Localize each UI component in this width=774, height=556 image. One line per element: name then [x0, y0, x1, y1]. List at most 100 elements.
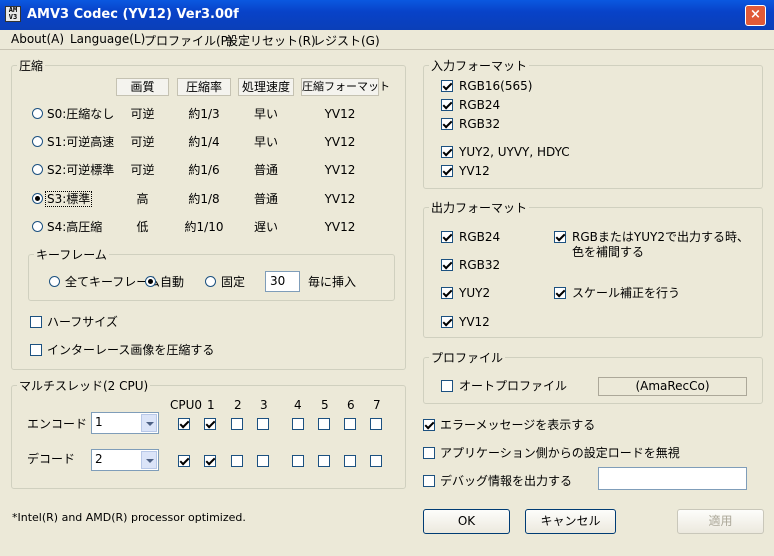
mode-s0-format: YV12: [324, 107, 356, 121]
scale-correct-checkbox[interactable]: [554, 287, 566, 299]
keyframe-fixed-radio[interactable]: [205, 276, 216, 287]
input-yuy2-label: YUY2, UYVY, HDYC: [459, 145, 570, 159]
output-yuy2-label: YUY2: [459, 286, 491, 300]
mode-s0-quality: 可逆: [130, 107, 155, 121]
show-errors-label: エラーメッセージを表示する: [440, 418, 596, 432]
mode-s4-radio[interactable]: [32, 221, 43, 232]
decode-cpu1-checkbox[interactable]: [204, 455, 216, 467]
output-format-group-label: 出力フォーマット: [429, 201, 530, 215]
mode-s3-format: YV12: [324, 192, 356, 206]
cpu-header-3: 3: [260, 398, 268, 412]
menu-about[interactable]: About(A): [11, 32, 64, 46]
mode-s1-quality: 可逆: [130, 135, 155, 149]
header-format: 圧縮フォーマット: [301, 78, 390, 96]
menu-profile[interactable]: プロファイル(P): [144, 32, 233, 49]
input-yuy2-checkbox[interactable]: [441, 146, 453, 158]
cpu-header-4: 4: [294, 398, 302, 412]
decode-cpu3-checkbox[interactable]: [257, 455, 269, 467]
mode-s0-ratio: 約1/3: [188, 107, 220, 121]
decode-cpu7-checkbox[interactable]: [370, 455, 382, 467]
output-yv12-checkbox[interactable]: [441, 316, 453, 328]
encode-cpu1-checkbox[interactable]: [204, 418, 216, 430]
encode-cpu0-checkbox[interactable]: [178, 418, 190, 430]
color-correct-checkbox[interactable]: [554, 231, 566, 243]
encode-cpu7-checkbox[interactable]: [370, 418, 382, 430]
encode-label: エンコード: [27, 417, 88, 431]
mode-s4-quality: 低: [136, 220, 149, 234]
encode-cpu4-checkbox[interactable]: [292, 418, 304, 430]
cpu-header-7: 7: [373, 398, 381, 412]
decode-cpu2-checkbox[interactable]: [231, 455, 243, 467]
mode-s2-radio[interactable]: [32, 164, 43, 175]
mode-s2-quality: 可逆: [130, 163, 155, 177]
decode-cpu6-checkbox[interactable]: [344, 455, 356, 467]
menu-language[interactable]: Language(L): [70, 32, 145, 46]
input-rgb32-checkbox[interactable]: [441, 118, 453, 130]
encode-cpu6-checkbox[interactable]: [344, 418, 356, 430]
output-yuy2-checkbox[interactable]: [441, 287, 453, 299]
ok-button[interactable]: OK: [423, 509, 510, 534]
input-yv12-label: YV12: [459, 164, 490, 178]
footer-note: *Intel(R) and AMD(R) processor optimized…: [12, 511, 246, 524]
encode-cpu2-checkbox[interactable]: [231, 418, 243, 430]
half-size-checkbox[interactable]: [30, 316, 42, 328]
cpu-header-1: 1: [207, 398, 215, 412]
input-format-group-label: 入力フォーマット: [429, 59, 530, 73]
mode-s3-radio[interactable]: [32, 193, 43, 204]
debug-output-checkbox[interactable]: [423, 475, 435, 487]
mode-s3-quality: 高: [136, 192, 149, 206]
half-size-label: ハーフサイズ: [47, 315, 118, 329]
apply-button[interactable]: 適用: [677, 509, 764, 534]
decode-cpu0-checkbox[interactable]: [178, 455, 190, 467]
debug-output-label: デバッグ情報を出力する: [440, 474, 573, 488]
mode-s2-format: YV12: [324, 163, 356, 177]
interlace-checkbox[interactable]: [30, 344, 42, 356]
cpu-header-6: 6: [347, 398, 355, 412]
input-rgb32-label: RGB32: [459, 117, 501, 131]
chevron-down-icon[interactable]: [141, 451, 157, 469]
input-rgb16-checkbox[interactable]: [441, 80, 453, 92]
decode-thread-select[interactable]: 2: [91, 449, 159, 471]
color-correct-label-line1: RGBまたはYUY2で出力する時、: [572, 230, 749, 244]
app-icon: AM V3: [5, 6, 21, 22]
ignore-app-load-label: アプリケーション側からの設定ロードを無視: [440, 446, 680, 460]
input-rgb24-label: RGB24: [459, 98, 501, 112]
mode-s2-label: S2:可逆標準: [47, 163, 115, 177]
input-rgb24-checkbox[interactable]: [441, 99, 453, 111]
keyframe-auto-radio[interactable]: [145, 276, 156, 287]
decode-cpu4-checkbox[interactable]: [292, 455, 304, 467]
compression-group-label: 圧縮: [17, 59, 46, 73]
menu-settings-reset[interactable]: 設定リセット(R): [226, 32, 316, 49]
mode-s3-speed: 普通: [253, 192, 278, 206]
output-rgb32-label: RGB32: [459, 258, 501, 272]
keyframe-interval-input[interactable]: 30: [265, 271, 300, 292]
ignore-app-load-checkbox[interactable]: [423, 447, 435, 459]
window-title: AMV3 Codec (YV12) Ver3.00f: [27, 7, 239, 22]
profile-name-display: (AmaRecCo): [598, 377, 747, 396]
input-yv12-checkbox[interactable]: [441, 165, 453, 177]
cancel-button[interactable]: キャンセル: [525, 509, 616, 534]
mode-s4-ratio: 約1/10: [184, 220, 224, 234]
show-errors-checkbox[interactable]: [423, 419, 435, 431]
scale-correct-label: スケール補正を行う: [572, 286, 681, 300]
mode-s0-radio[interactable]: [32, 108, 43, 119]
mode-s1-radio[interactable]: [32, 136, 43, 147]
output-rgb32-checkbox[interactable]: [441, 259, 453, 271]
menu-register[interactable]: レジスト(G): [313, 32, 380, 49]
auto-profile-checkbox[interactable]: [441, 380, 453, 392]
encode-cpu5-checkbox[interactable]: [318, 418, 330, 430]
mode-s4-format: YV12: [324, 220, 356, 234]
encode-thread-select[interactable]: 1: [91, 412, 159, 434]
decode-cpu5-checkbox[interactable]: [318, 455, 330, 467]
mode-s4-speed: 遅い: [253, 220, 278, 234]
multithread-group-label: マルチスレッド(2 CPU): [17, 379, 151, 393]
mode-s1-format: YV12: [324, 135, 356, 149]
auto-profile-label: オートプロファイル: [459, 379, 568, 393]
output-rgb24-checkbox[interactable]: [441, 231, 453, 243]
debug-output-path-input[interactable]: [598, 467, 747, 490]
input-rgb16-label: RGB16(565): [459, 79, 533, 93]
close-button[interactable]: ×: [745, 5, 766, 26]
keyframe-all-radio[interactable]: [49, 276, 60, 287]
encode-cpu3-checkbox[interactable]: [257, 418, 269, 430]
chevron-down-icon[interactable]: [141, 414, 157, 432]
